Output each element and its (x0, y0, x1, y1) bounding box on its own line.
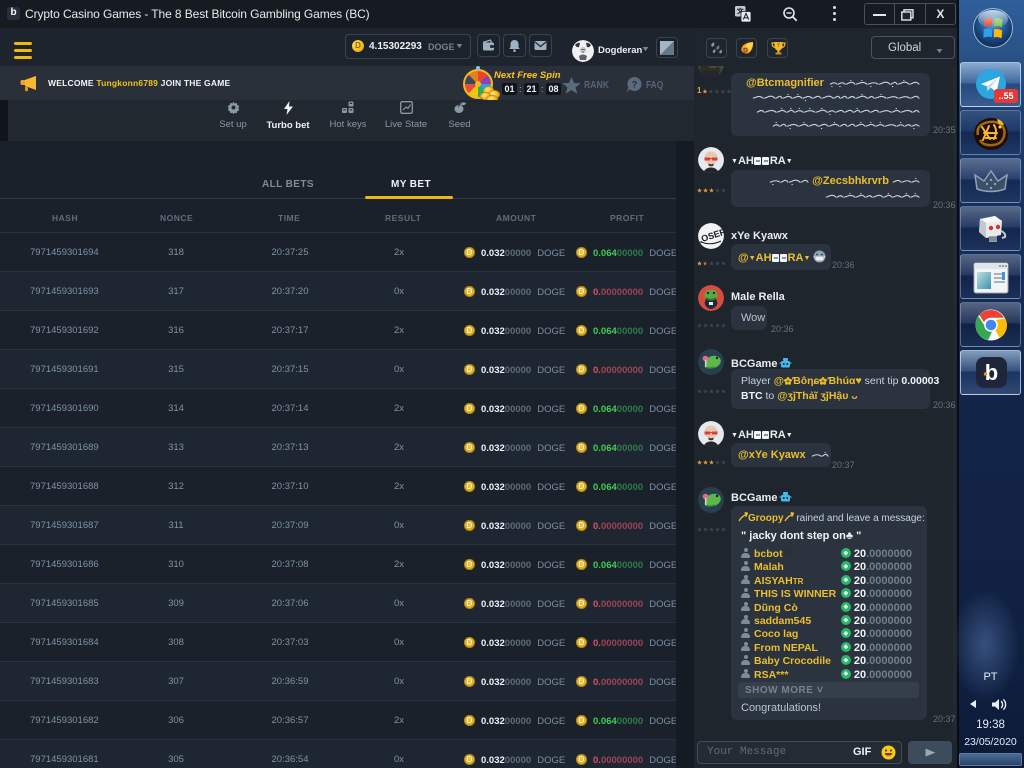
svg-text:?: ? (632, 80, 638, 90)
svg-text:D: D (743, 48, 748, 55)
